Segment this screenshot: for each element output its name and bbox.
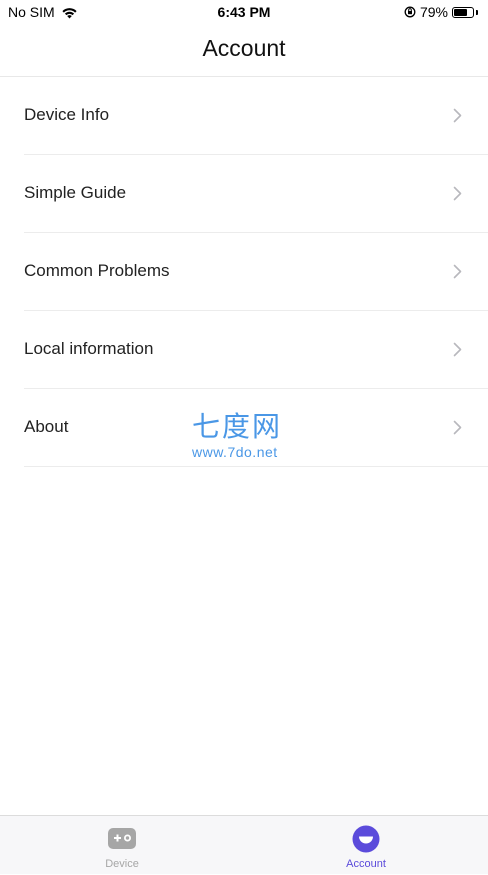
orientation-lock-icon bbox=[404, 6, 416, 18]
chevron-right-icon bbox=[453, 108, 462, 123]
page-title: Account bbox=[202, 35, 286, 61]
menu-item-device-info[interactable]: Device Info bbox=[24, 77, 488, 155]
battery-fill bbox=[454, 8, 468, 16]
account-menu-list: Device Info Simple Guide Common Problems… bbox=[0, 77, 488, 467]
battery-tip bbox=[476, 9, 478, 15]
tab-label: Device bbox=[105, 858, 139, 870]
status-bar: No SIM 6:43 PM 79% bbox=[0, 0, 488, 26]
menu-item-about[interactable]: About bbox=[24, 389, 488, 467]
chevron-right-icon bbox=[453, 342, 462, 357]
menu-item-label: About bbox=[24, 417, 69, 436]
tab-bar: Device Account bbox=[0, 815, 488, 874]
menu-item-local-information[interactable]: Local information bbox=[24, 311, 488, 389]
battery-icon bbox=[452, 6, 474, 18]
nav-bar: Account bbox=[0, 26, 488, 77]
smiley-face-icon bbox=[352, 825, 380, 853]
chevron-right-icon bbox=[453, 420, 462, 435]
tab-device[interactable]: Device bbox=[0, 816, 244, 875]
chevron-right-icon bbox=[453, 264, 462, 279]
menu-item-label: Simple Guide bbox=[24, 183, 127, 202]
battery-percent: 79% bbox=[419, 4, 448, 20]
menu-item-label: Local information bbox=[24, 339, 154, 358]
tab-account[interactable]: Account bbox=[244, 816, 488, 875]
tab-label: Account bbox=[346, 858, 386, 870]
menu-item-simple-guide[interactable]: Simple Guide bbox=[24, 155, 488, 233]
menu-item-label: Common Problems bbox=[24, 261, 170, 280]
menu-item-label: Device Info bbox=[24, 105, 110, 124]
status-right: 79% bbox=[404, 4, 478, 20]
gamepad-icon bbox=[108, 828, 136, 849]
menu-item-common-problems[interactable]: Common Problems bbox=[24, 233, 488, 311]
chevron-right-icon bbox=[453, 186, 462, 201]
